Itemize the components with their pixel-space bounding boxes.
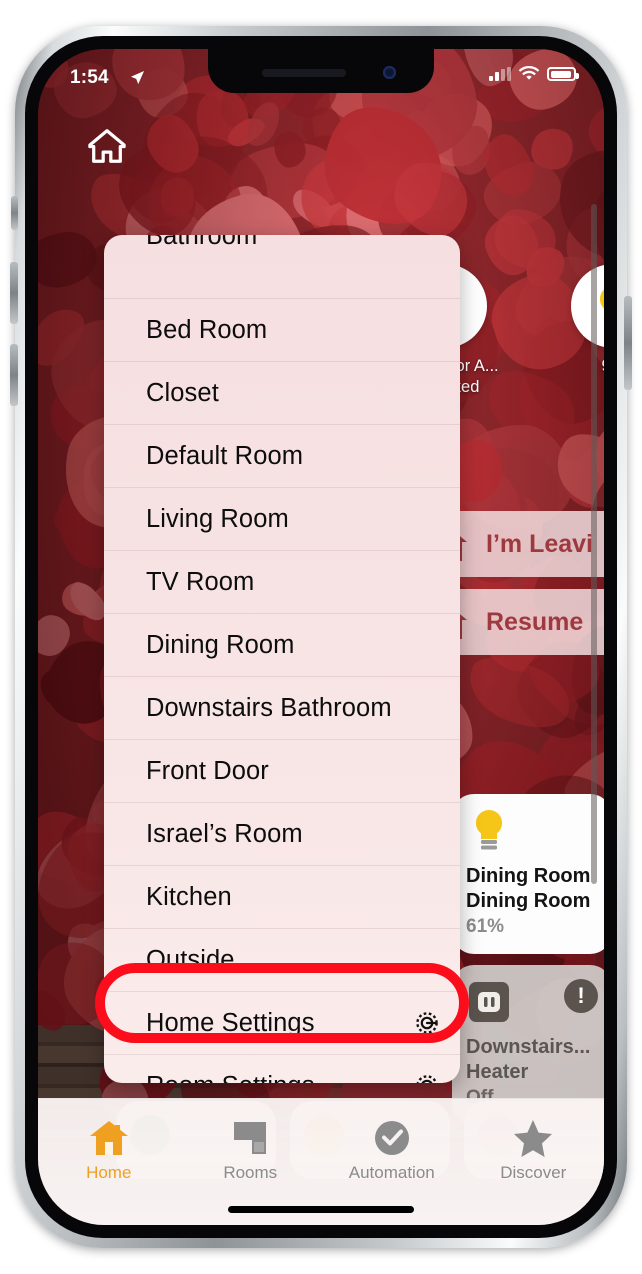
volume-down-button[interactable]: [10, 344, 18, 406]
tab-label: Discover: [500, 1163, 567, 1182]
home-indicator[interactable]: [228, 1206, 414, 1213]
menu-item-label: Kitchen: [146, 882, 232, 911]
location-arrow-icon: [130, 70, 145, 85]
accessory-tile-dining-room-light[interactable]: Dining Room Dining Room 61%: [452, 794, 604, 954]
accessory-name-line1: Dining Room: [466, 865, 591, 887]
power-button[interactable]: [624, 296, 632, 390]
accessory-name-line2: Dining Room: [466, 890, 591, 912]
alert-badge-icon: !: [564, 979, 598, 1013]
tab-label: Automation: [348, 1163, 435, 1182]
menu-item-label: Default Room: [146, 441, 304, 470]
menu-item-living-room[interactable]: Living Room: [104, 487, 460, 550]
menu-item-default-room[interactable]: Default Room: [104, 424, 460, 487]
menu-item-label: TV Room: [146, 567, 255, 596]
battery-icon: [547, 67, 579, 81]
menu-item-label: Closet: [146, 378, 219, 407]
tab-discover[interactable]: Discover: [463, 1117, 605, 1183]
accessory-value: 61%: [466, 916, 505, 937]
menu-item-dining-room[interactable]: Dining Room: [104, 613, 460, 676]
lightbulb-icon: [466, 808, 512, 854]
menu-item-bathroom[interactable]: Bathroom: [104, 235, 460, 298]
star-icon: [463, 1117, 605, 1159]
menu-list: Bathroom Bed Room Closet Default Room Living…: [104, 235, 460, 1083]
menu-item-bed-room[interactable]: Bed Room: [104, 298, 460, 361]
tab-rooms[interactable]: Rooms: [180, 1117, 322, 1183]
status-time: 1:54: [70, 67, 109, 88]
gear-icon[interactable]: [412, 1071, 442, 1083]
tab-label: Home: [86, 1163, 132, 1182]
home-outline-icon[interactable]: [86, 127, 128, 165]
tab-label: Rooms: [223, 1163, 278, 1182]
outlet-icon: [466, 979, 512, 1025]
menu-item-label: Living Room: [146, 504, 289, 533]
volume-up-button[interactable]: [10, 262, 18, 324]
status-indicators: [489, 66, 579, 82]
menu-item-tv-room[interactable]: TV Room: [104, 550, 460, 613]
menu-item-label: Room Settings: [146, 1072, 315, 1084]
menu-item-label: Front Door: [146, 756, 269, 785]
menu-item-room-settings[interactable]: Room Settings: [104, 1054, 460, 1083]
home-icon: [38, 1117, 180, 1159]
tab-automation[interactable]: Automation: [321, 1117, 463, 1183]
earpiece-speaker: [262, 69, 346, 77]
phone-screen: 1:54 A... I’m Leavi Resume Dining Room D…: [38, 49, 604, 1225]
accessory-name-line2: Heater: [466, 1061, 529, 1083]
mute-switch[interactable]: [11, 196, 18, 230]
tab-home[interactable]: Home: [38, 1117, 180, 1183]
device-notch: [208, 49, 434, 93]
menu-item-label: Israel’s Room: [146, 819, 303, 848]
status-bubble: [571, 264, 604, 348]
room-dropdown-menu[interactable]: Bathroom Bed Room Closet Default Room Living…: [104, 235, 460, 1083]
red-oval-highlight: [95, 963, 469, 1043]
scene-label: Resume: [486, 607, 584, 636]
menu-item-kitchen[interactable]: Kitchen: [104, 865, 460, 928]
menu-item-label: Bed Room: [146, 315, 268, 344]
accessory-name-line1: Downstairs...: [466, 1036, 591, 1058]
menu-item-closet[interactable]: Closet: [104, 361, 460, 424]
accessory-tiles: Dining Room Dining Room 61% ! Downstairs…: [452, 794, 604, 1136]
menu-item-israel-s-room[interactable]: Israel’s Room: [104, 802, 460, 865]
menu-item-label: Bathroom: [146, 235, 258, 250]
scene-label: I’m Leavi: [486, 529, 593, 558]
menu-scrollbar[interactable]: [591, 204, 597, 884]
menu-item-front-door[interactable]: Front Door: [104, 739, 460, 802]
front-camera: [383, 66, 396, 79]
menu-item-label: Dining Room: [146, 630, 295, 659]
screenshot-root: 1:54 A... I’m Leavi Resume Dining Room D…: [0, 0, 642, 1274]
wifi-icon: [518, 66, 540, 80]
cellular-signal-icon: [489, 66, 511, 81]
menu-item-downstairs-bathroom[interactable]: Downstairs Bathroom: [104, 676, 460, 739]
menu-item-label: Downstairs Bathroom: [146, 693, 392, 722]
automation-clock-icon: [321, 1117, 463, 1159]
rooms-icon: [180, 1117, 322, 1159]
